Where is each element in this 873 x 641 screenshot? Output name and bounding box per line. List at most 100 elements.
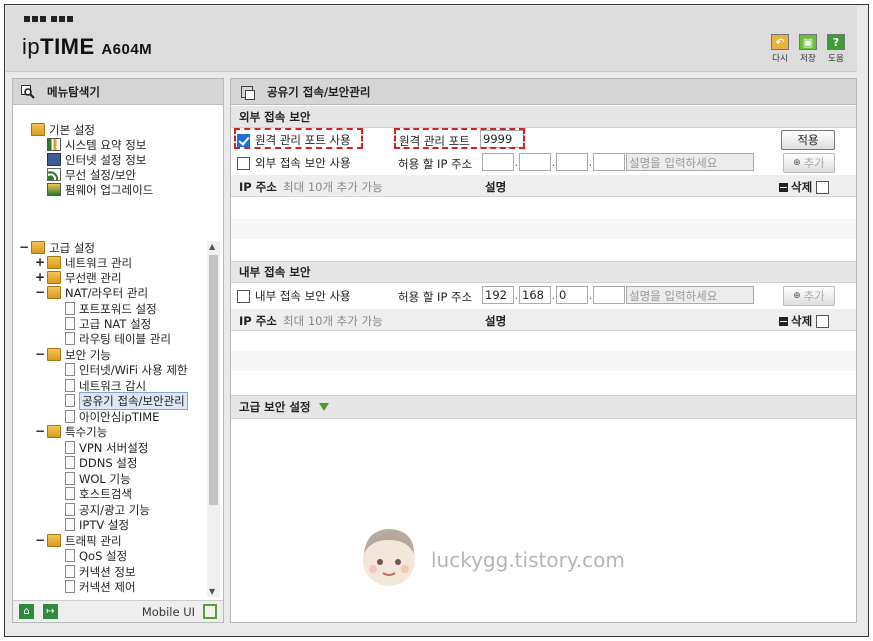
tree-wol[interactable]: WOL 기능 [63, 471, 131, 486]
watermark-avatar-icon [363, 529, 415, 586]
tree-internet-info[interactable]: 인터넷 설정 정보 [47, 152, 146, 167]
page-icon [65, 332, 75, 345]
tree-label: 고급 NAT 설정 [79, 316, 152, 331]
mobile-ui-link[interactable]: Mobile UI [142, 605, 195, 619]
expand-network-icon[interactable]: + [35, 255, 45, 269]
internal-delete-checkbox[interactable] [816, 314, 830, 328]
tree-security-functions[interactable]: 보안 기능 [47, 347, 111, 362]
tree-system-summary[interactable]: 시스템 요약 정보 [47, 137, 146, 152]
ip-octet-4[interactable] [593, 286, 625, 304]
external-security-label: 외부 접속 보안 사용 [255, 156, 351, 170]
expand-wireless-icon[interactable]: + [35, 270, 45, 284]
tree-firmware-upgrade[interactable]: 펌웨어 업그레이드 [47, 182, 153, 197]
help-icon: ? [827, 34, 845, 50]
ip-octet-1[interactable] [482, 153, 514, 171]
internal-desc-input[interactable]: 설명을 입력하세요 [626, 286, 754, 304]
external-delete-all[interactable]: 삭제 [779, 179, 830, 195]
tree-wireless-lan-management[interactable]: 무선랜 관리 [47, 270, 122, 285]
tree-port-forward[interactable]: 포트포워드 설정 [63, 301, 157, 316]
external-delete-checkbox[interactable] [816, 180, 830, 194]
undo-icon: ↶ [771, 34, 789, 50]
tree-notice-ad[interactable]: 공지/광고 기능 [63, 502, 150, 517]
tree-label: 보안 기능 [65, 347, 111, 362]
advanced-security-toggle[interactable]: 고급 보안 설정 [231, 395, 856, 419]
scroll-down-icon[interactable]: ▼ [209, 587, 215, 596]
collapse-special-icon[interactable]: − [35, 424, 45, 438]
folder-gear-icon [31, 241, 45, 254]
tree-router-access-security[interactable]: 공유기 접속/보안관리 [63, 391, 188, 410]
tree-wireless-settings[interactable]: 무선 설정/보안 [47, 167, 136, 182]
internal-security-label: 내부 접속 보안 사용 [255, 289, 351, 303]
tree-host-search[interactable]: 호스트검색 [63, 486, 132, 501]
tree-advanced-nat[interactable]: 고급 NAT 설정 [63, 316, 151, 331]
tree-iansim-iptime[interactable]: 아이안심ipTIME [63, 409, 159, 424]
brand-logo: ipTIME A604M [22, 34, 152, 60]
folder-traffic-icon [47, 534, 61, 547]
ip-octet-3[interactable]: 0 [556, 286, 588, 304]
internal-table-header: IP 주소 최대 10개 추가 가능 설명 삭제 [231, 309, 856, 331]
menu-explorer-title: 메뉴탐색기 [47, 84, 100, 99]
internal-ip-inputs: 192. 168. 0. [482, 286, 625, 304]
ip-octet-4[interactable] [593, 153, 625, 171]
top-header: ipTIME A604M ↶ 다시 ▣ 저장 ? 도움 [6, 6, 857, 72]
tree-label: 커넥션 제어 [79, 579, 136, 594]
scroll-up-icon[interactable]: ▲ [209, 242, 215, 251]
logout-icon[interactable]: ↦ [43, 604, 58, 619]
tree-ddns[interactable]: DDNS 설정 [63, 455, 137, 470]
save-button[interactable]: ▣ 저장 [797, 34, 819, 64]
collapse-security-icon[interactable]: − [35, 347, 45, 361]
tree-label: 포트포워드 설정 [79, 301, 157, 316]
home-icon[interactable]: ⌂ [19, 604, 34, 619]
external-desc-input[interactable]: 설명을 입력하세요 [626, 153, 754, 171]
scroll-thumb[interactable] [209, 255, 218, 505]
tree-label: NAT/라우터 관리 [65, 285, 149, 300]
desc-column-header: 설명 [485, 314, 507, 328]
page-icon [65, 363, 75, 376]
ip-octet-1[interactable]: 192 [482, 286, 514, 304]
ip-octet-3[interactable] [556, 153, 588, 171]
save-label: 저장 [800, 54, 816, 64]
menu-scrollbar[interactable]: ▲ ▼ [207, 241, 220, 597]
tree-label: 기본 설정 [49, 122, 95, 137]
page-icon [65, 518, 75, 531]
collapse-advanced-icon[interactable]: − [19, 240, 29, 254]
section-title: 외부 접속 보안 [239, 109, 311, 124]
apply-button[interactable]: 적용 [781, 130, 835, 150]
tree-connection-info[interactable]: 커넥션 정보 [63, 564, 136, 579]
content-header: 공유기 접속/보안관리 [231, 79, 856, 105]
external-add-button[interactable]: ⊕ 추가 [783, 153, 835, 173]
tree-vpn-server[interactable]: VPN 서버설정 [63, 440, 148, 455]
internal-delete-all[interactable]: 삭제 [779, 313, 830, 329]
tree-advanced-settings[interactable]: 고급 설정 [31, 240, 95, 255]
internal-add-button[interactable]: ⊕ 추가 [783, 286, 835, 306]
tree-label: 특수기능 [65, 424, 108, 439]
tree-traffic-management[interactable]: 트래픽 관리 [47, 533, 122, 548]
internal-security-checkbox[interactable] [237, 289, 250, 303]
help-button[interactable]: ? 도움 [825, 34, 847, 64]
ip-octet-2[interactable]: 168 [519, 286, 551, 304]
page-icon [65, 456, 75, 469]
folder-special-icon [47, 425, 61, 438]
collapse-nat-icon[interactable]: − [35, 285, 45, 299]
tree-label: 인터넷 설정 정보 [65, 152, 147, 167]
save-icon: ▣ [799, 34, 817, 50]
desc-column-header: 설명 [485, 180, 507, 194]
undo-button[interactable]: ↶ 다시 [769, 34, 791, 64]
ip-octet-2[interactable] [519, 153, 551, 171]
logo-dots-icon [24, 16, 73, 22]
tree-iptv[interactable]: IPTV 설정 [63, 517, 129, 532]
external-security-checkbox[interactable] [237, 156, 250, 170]
tree-label: VPN 서버설정 [79, 440, 149, 455]
tree-label: 공지/광고 기능 [79, 502, 151, 517]
mobile-phone-icon[interactable] [203, 604, 217, 619]
collapse-traffic-icon[interactable]: − [35, 533, 45, 547]
tree-nat-router[interactable]: NAT/라우터 관리 [47, 285, 148, 300]
tree-network-management[interactable]: 네트워크 관리 [47, 255, 132, 270]
tree-qos[interactable]: QoS 설정 [63, 548, 127, 563]
tree-routing-table[interactable]: 라우팅 테이블 관리 [63, 331, 171, 346]
tree-connection-control[interactable]: 커넥션 제어 [63, 579, 136, 594]
tree-label: 네트워크 관리 [65, 255, 133, 270]
tree-basic-settings[interactable]: 기본 설정 [31, 122, 95, 137]
tree-internet-wifi-restrict[interactable]: 인터넷/WiFi 사용 제한 [63, 362, 188, 377]
tree-special-functions[interactable]: 특수기능 [47, 424, 107, 439]
